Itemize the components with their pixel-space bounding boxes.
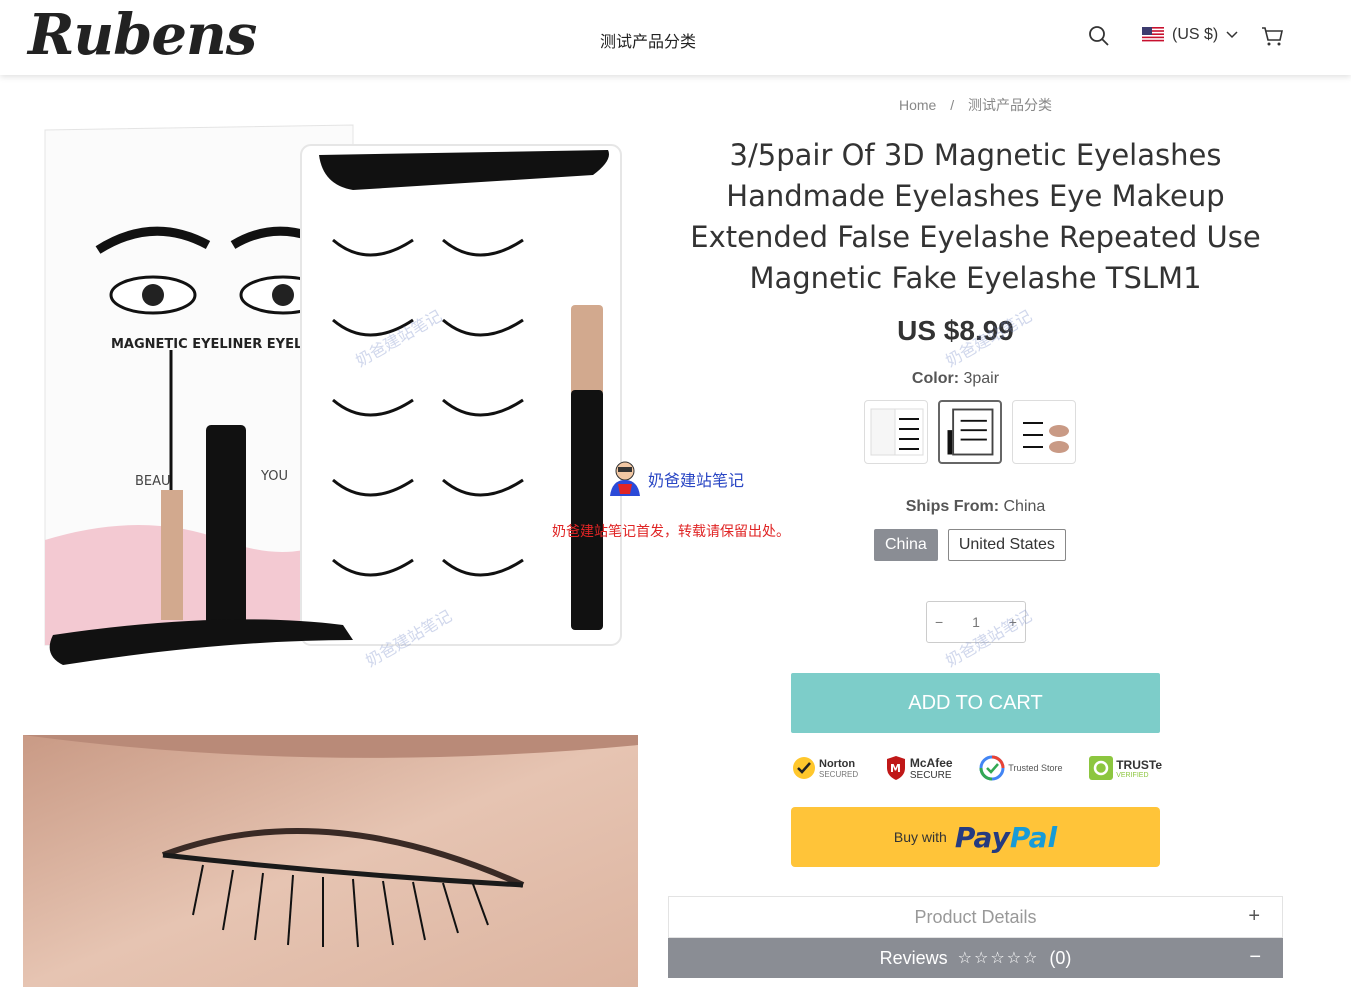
rating-stars-icon: ☆☆☆☆☆ [957, 950, 1040, 967]
truste-badge: TRUSTe VERIFIED [1089, 756, 1162, 780]
paypal-logo-pay: Pay [954, 820, 1010, 854]
ships-from-value: China [1003, 498, 1046, 515]
color-swatch-3[interactable] [1012, 400, 1076, 464]
norton-sub: SECURED [819, 769, 859, 779]
add-to-cart-button[interactable]: ADD TO CART [791, 673, 1160, 733]
watermark-center: 奶爸建站笔记 [606, 460, 744, 498]
svg-text:M: M [890, 762, 901, 775]
reviews-count: (0) [1049, 947, 1072, 968]
product-title: 3/5pair Of 3D Magnetic Eyelashes Handmad… [690, 138, 1261, 295]
eyelash-kit-illustration: MAGNETIC EYELINER EYELASH SE BEAU YOU [44, 124, 622, 665]
box-tagline-right: YOU [260, 469, 288, 484]
trust-badges: Norton SECURED M McAfee SECURE Trusted S… [792, 748, 1162, 788]
currency-label: (US $) [1172, 26, 1219, 43]
cart-icon[interactable] [1261, 25, 1283, 47]
expand-plus-icon[interactable]: + [1248, 905, 1260, 928]
collapse-minus-icon[interactable]: − [1249, 946, 1261, 969]
box-tagline-left: BEAU [135, 474, 171, 489]
product-details-accordion[interactable]: Product Details + [668, 896, 1283, 938]
truste-label: TRUSTe [1116, 757, 1162, 772]
mcafee-sub: SECURE [909, 769, 952, 781]
currency-selector[interactable]: (US $) [1142, 26, 1238, 44]
google-check-icon [979, 755, 1005, 781]
paypal-buy-with: Buy with [893, 829, 947, 845]
breadcrumb-separator: / [950, 97, 955, 113]
norton-label: Norton [819, 757, 856, 770]
trusted-store-label: Trusted Store [1008, 763, 1063, 773]
reviews-label: Reviews [879, 947, 948, 968]
color-label-key: Color: [911, 370, 960, 387]
mascot-icon [610, 461, 640, 496]
quantity-stepper: − 1 + [926, 601, 1026, 643]
paypal-button[interactable]: Buy with PayPal [791, 807, 1160, 867]
watermark-center-text: 奶爸建站笔记 [648, 471, 745, 490]
norton-badge: Norton SECURED [792, 756, 858, 780]
us-flag-icon [1142, 27, 1164, 43]
chevron-down-icon [1226, 31, 1238, 39]
product-image-eye-closeup[interactable] [23, 735, 638, 987]
ships-from-key: Ships From: [905, 498, 1000, 515]
ships-from-options: China United States [874, 529, 1066, 561]
eye-closeup-illustration [23, 735, 638, 987]
truste-icon [1089, 756, 1114, 780]
breadcrumb: Home / 测试产品分类 [668, 95, 1283, 115]
qty-minus-button[interactable]: − [935, 614, 943, 630]
ships-option-united-states[interactable]: United States [947, 529, 1066, 561]
color-label-value: 3pair [963, 370, 1000, 387]
search-icon[interactable] [1088, 25, 1110, 47]
qty-value-input[interactable]: 1 [972, 614, 980, 630]
watermark-red-notice: 奶爸建站笔记首发，转载请保留出处。 [552, 524, 790, 540]
paypal-logo: PayPal [955, 821, 1057, 854]
product-details-label: Product Details [914, 906, 1037, 927]
product-image-main[interactable]: MAGNETIC EYELINER EYELASH SE BEAU YOU [23, 120, 638, 705]
norton-check-icon [793, 757, 815, 779]
reviews-accordion[interactable]: Reviews ☆☆☆☆☆ (0) − [668, 938, 1283, 978]
nav-category-link[interactable]: 测试产品分类 [600, 28, 696, 52]
site-logo[interactable]: Rubens [28, 2, 257, 68]
mcafee-badge: M McAfee SECURE [885, 756, 953, 781]
ships-option-china[interactable]: China [874, 529, 938, 561]
mcafee-shield-icon: M [886, 756, 905, 780]
breadcrumb-current[interactable]: 测试产品分类 [968, 97, 1052, 113]
product-price: US $8.99 [897, 315, 1014, 346]
color-swatch-1[interactable] [864, 400, 928, 464]
truste-sub: VERIFIED [1116, 771, 1149, 779]
color-swatches [864, 400, 1076, 464]
trusted-store-badge: Trusted Store [979, 755, 1062, 781]
color-label: Color: 3pair [668, 370, 1243, 388]
qty-plus-button[interactable]: + [1009, 614, 1017, 630]
site-header: Rubens 测试产品分类 (US $) [0, 0, 1351, 75]
paypal-logo-pal: Pal [1009, 820, 1058, 854]
ships-from-label: Ships From: China [668, 498, 1283, 516]
color-swatch-2[interactable] [938, 400, 1002, 464]
breadcrumb-home[interactable]: Home [899, 97, 936, 113]
mcafee-label: McAfee [909, 755, 953, 770]
